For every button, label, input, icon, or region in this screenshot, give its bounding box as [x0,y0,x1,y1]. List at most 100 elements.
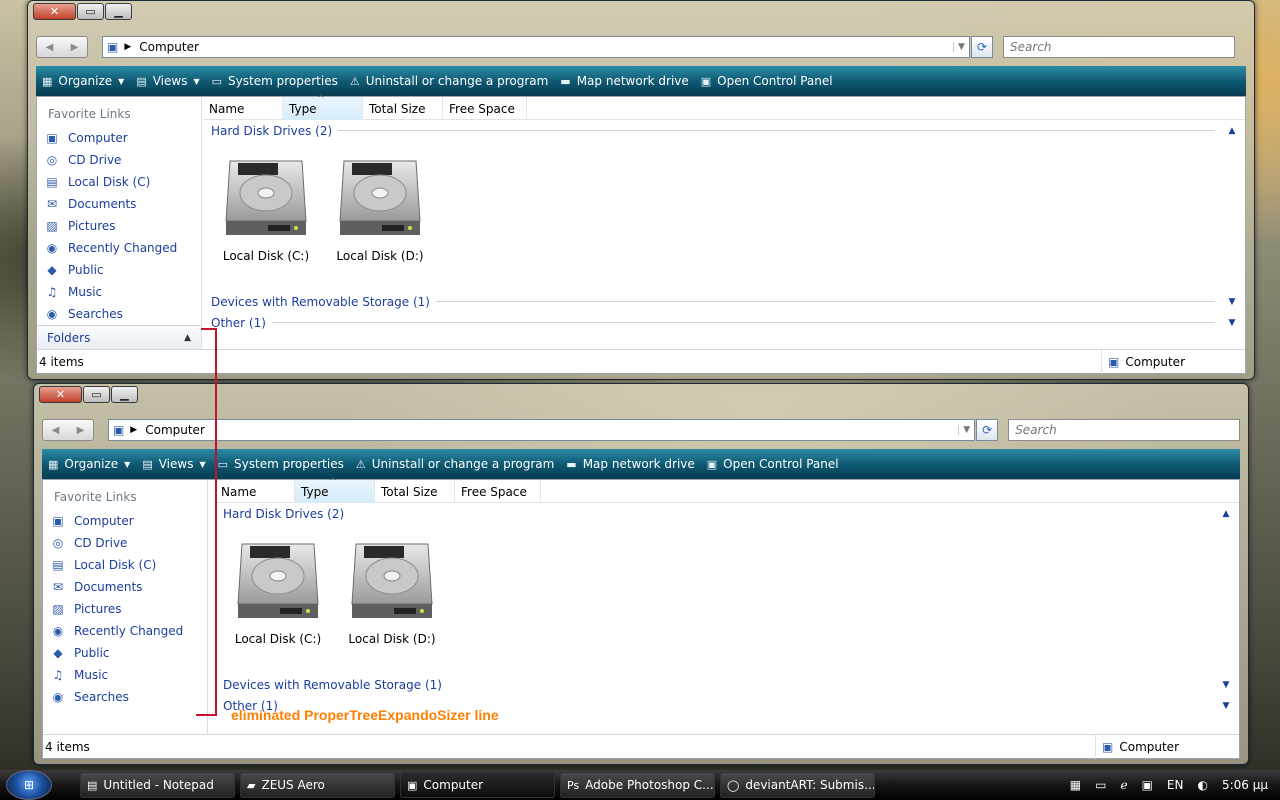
drive-item-c[interactable]: Local Disk (C:) [221,532,335,674]
open-control-panel-button[interactable]: ▣ Open Control Panel [707,457,839,471]
organize-button[interactable]: ▦ Organize ▼ [48,457,130,471]
drive-item-d[interactable]: Local Disk (D:) [335,532,449,674]
system-properties-button[interactable]: ▭ System properties [212,74,338,88]
open-control-panel-button[interactable]: ▣ Open Control Panel [701,74,833,88]
nav-link-searches[interactable]: ◉ Searches [37,303,201,325]
search-input[interactable]: Search [1008,419,1240,441]
folders-label: Folders [47,330,91,345]
nav-link-local-disk[interactable]: ▤ Local Disk (C) [43,554,207,576]
nav-link-searches[interactable]: ◉ Searches [43,686,207,708]
column-header-name[interactable]: Name [215,480,295,503]
column-header-free-space[interactable]: Free Space [455,480,541,503]
group-hard-disk-drives[interactable]: Hard Disk Drives (2) ▲ [203,120,1245,141]
system-properties-button[interactable]: ▭ System properties [218,457,344,471]
flag-icon[interactable]: ▦ [1070,778,1081,792]
forward-icon[interactable]: ▶ [68,420,93,440]
control-panel-icon: ▣ [706,457,718,471]
hard-disk-icon [336,155,424,243]
status-item-count: 4 items [45,739,90,754]
task-computer[interactable]: ▣ Computer [400,772,555,798]
close-button[interactable]: ✕ [39,386,82,403]
group-removable-storage[interactable]: Devices with Removable Storage (1) ▼ [203,291,1245,312]
nav-link-recently-changed[interactable]: ◉ Recently Changed [43,620,207,642]
computer-icon: ▣ [46,131,58,145]
chevron-down-icon: ▼ [193,76,200,86]
folders-toggle[interactable]: Folders ▲ [37,325,201,349]
column-header-name[interactable]: Name [203,97,283,120]
computer-icon: ▣ [52,514,64,528]
network-icon[interactable]: ▣ [1142,778,1153,792]
task-deviantart[interactable]: ◯ deviantART: Submis... [720,772,875,798]
maximize-button[interactable]: ▭ [77,3,104,20]
map-network-drive-button[interactable]: ▬ Map network drive [560,74,688,88]
refresh-icon[interactable]: ⟳ [971,36,993,58]
task-photoshop[interactable]: Ps Adobe Photoshop C... [560,772,715,798]
column-header-total-size[interactable]: Total Size [363,97,443,120]
nav-link-computer[interactable]: ▣ Computer [37,127,201,149]
drive-item-d[interactable]: Local Disk (D:) [323,149,437,291]
column-header-type[interactable]: Type [283,94,363,120]
ie-icon[interactable]: ℯ [1120,778,1127,792]
address-bar[interactable]: ▣ ▶ Computer ▼ [107,419,976,441]
address-dropdown-icon[interactable]: ▼ [958,425,974,435]
address-dropdown-icon[interactable]: ▼ [953,42,969,52]
nav-link-local-disk[interactable]: ▤ Local Disk (C) [37,171,201,193]
back-icon[interactable]: ◀ [37,37,62,57]
group-hard-disk-drives[interactable]: Hard Disk Drives (2) ▲ [215,503,1239,524]
organize-button[interactable]: ▦ Organize ▼ [42,74,124,88]
chevron-down-icon: ▼ [118,76,125,86]
forward-icon[interactable]: ▶ [62,37,87,57]
minimize-button[interactable]: ▁ [105,3,132,20]
views-button[interactable]: ▤ Views ▼ [142,457,205,471]
column-header-type[interactable]: Type [295,477,375,503]
volume-icon[interactable]: ◐ [1197,778,1207,792]
monitor-icon: ▭ [217,457,229,471]
nav-link-label: Music [74,668,109,682]
nav-link-computer[interactable]: ▣ Computer [43,510,207,532]
nav-link-pictures[interactable]: ▨ Pictures [37,215,201,237]
breadcrumb-arrow-icon[interactable]: ▶ [130,425,137,435]
group-divider [338,130,1215,131]
control-panel-icon: ▣ [700,74,712,88]
group-other[interactable]: Other (1) ▼ [203,312,1245,333]
group-removable-storage[interactable]: Devices with Removable Storage (1) ▼ [215,674,1239,695]
map-network-drive-button[interactable]: ▬ Map network drive [566,457,694,471]
uninstall-button[interactable]: ⚠ Uninstall or change a program [356,457,554,471]
organize-label: Organize [64,457,119,471]
nav-link-documents[interactable]: ✉ Documents [37,193,201,215]
uninstall-button[interactable]: ⚠ Uninstall or change a program [350,74,548,88]
nav-link-label: Documents [74,580,143,594]
nav-link-recently-changed[interactable]: ◉ Recently Changed [37,237,201,259]
refresh-icon[interactable]: ⟳ [976,419,999,441]
search-icon: ◉ [52,690,64,704]
address-bar[interactable]: ▣ ▶ Computer ▼ [102,36,970,58]
column-header-total-size[interactable]: Total Size [375,480,455,503]
views-button[interactable]: ▤ Views ▼ [136,74,199,88]
nav-link-music[interactable]: ♫ Music [37,281,201,303]
nav-link-public[interactable]: ◆ Public [43,642,207,664]
back-icon[interactable]: ◀ [43,420,68,440]
nav-link-cd-drive[interactable]: ◎ CD Drive [43,532,207,554]
drive-item-c[interactable]: Local Disk (C:) [209,149,323,291]
minimize-button[interactable]: ▁ [111,386,138,403]
breadcrumb-arrow-icon[interactable]: ▶ [124,42,131,52]
task-notepad[interactable]: ▤ Untitled - Notepad [80,772,235,798]
nav-link-music[interactable]: ♫ Music [43,664,207,686]
chat-icon[interactable]: ▭ [1095,778,1106,792]
nav-link-cd-drive[interactable]: ◎ CD Drive [37,149,201,171]
search-input[interactable]: Search [1003,36,1235,58]
close-button[interactable]: ✕ [33,3,76,20]
maximize-button[interactable]: ▭ [83,386,110,403]
nav-link-pictures[interactable]: ▨ Pictures [43,598,207,620]
column-header-free-space[interactable]: Free Space [443,97,527,120]
caption-buttons: ✕ ▭ ▁ [39,386,139,403]
start-button[interactable]: ⊞ [6,770,52,800]
task-zeus-aero[interactable]: ▰ ZEUS Aero [240,772,395,798]
nav-link-public[interactable]: ◆ Public [37,259,201,281]
notepad-icon: ▤ [87,778,98,792]
chevron-down-icon: ▼ [1228,296,1236,307]
disk-icon: ▤ [52,558,64,572]
language-indicator[interactable]: EN [1167,778,1184,792]
clock[interactable]: 5:06 μμ [1222,778,1268,792]
nav-link-documents[interactable]: ✉ Documents [43,576,207,598]
